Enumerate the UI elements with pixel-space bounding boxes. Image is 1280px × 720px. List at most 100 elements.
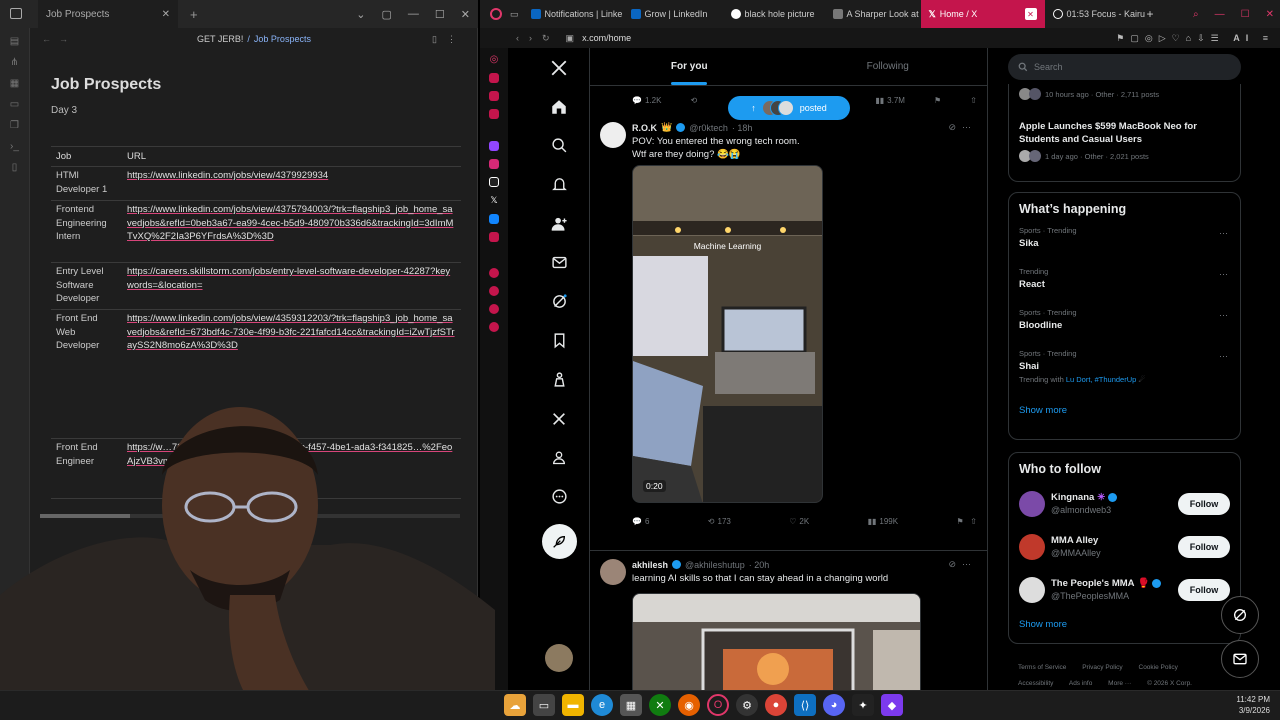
footer-link[interactable]: Privacy Policy xyxy=(1082,664,1122,671)
url-link[interactable]: https://careers.skillstorm.com/jobs/entr… xyxy=(122,262,461,310)
show-more-link[interactable]: Show more xyxy=(1009,397,1240,424)
nav-arrows-icon[interactable]: ←→ xyxy=(42,34,76,44)
horizontal-scrollbar[interactable] xyxy=(40,514,460,518)
post-time[interactable]: · 18h xyxy=(732,123,753,133)
reply-button[interactable]: 💬 1.2K xyxy=(632,96,661,105)
repost-button[interactable]: ⟲ 173 xyxy=(708,517,731,526)
maximize-icon[interactable]: ☐ xyxy=(1241,9,1250,20)
xbox-icon[interactable]: ✕ xyxy=(649,694,671,716)
nav-grok[interactable] xyxy=(539,282,579,321)
maximize-icon[interactable]: ☐ xyxy=(435,8,445,21)
avatar[interactable] xyxy=(600,559,626,585)
opera-logo-icon[interactable] xyxy=(490,8,502,20)
tab-home-x[interactable]: 𝕏 Home / X ✕ xyxy=(920,0,1045,28)
minimize-icon[interactable]: — xyxy=(408,8,419,20)
downloads-icon[interactable] xyxy=(489,304,499,314)
new-tab-icon[interactable]: + xyxy=(1147,7,1154,21)
follow-button[interactable]: Follow xyxy=(1178,492,1230,515)
opera-icon[interactable]: O xyxy=(707,694,729,716)
terminal-icon[interactable]: ›_ xyxy=(10,141,19,152)
back-forward-icon[interactable]: ‹›↻ xyxy=(516,33,560,44)
nav-premium[interactable] xyxy=(539,399,579,438)
obsidian-icon[interactable]: ◆ xyxy=(881,694,903,716)
firefox-icon[interactable]: ◉ xyxy=(678,694,700,716)
avatar[interactable] xyxy=(600,122,626,148)
reply-button[interactable]: 💬 6 xyxy=(632,517,649,526)
split-view-icon[interactable]: ▢ xyxy=(382,8,392,21)
follow-button[interactable]: Follow xyxy=(1178,535,1230,558)
close-tab-icon[interactable]: ✕ xyxy=(162,9,170,20)
history-icon[interactable] xyxy=(489,268,499,278)
footer-link[interactable]: More ··· xyxy=(1108,680,1131,687)
nav-home[interactable] xyxy=(539,87,579,126)
search-box[interactable]: Search xyxy=(1008,54,1241,80)
canvas-icon[interactable]: ▦ xyxy=(10,78,19,89)
nav-more[interactable] xyxy=(539,477,579,516)
x-home-logo[interactable] xyxy=(539,48,579,87)
url-link[interactable]: https://w…726210/?trk=flags…I=77feeb6b-f… xyxy=(122,438,461,499)
avatar[interactable] xyxy=(1019,576,1045,603)
account-avatar[interactable] xyxy=(545,644,573,672)
grok-more-icons[interactable]: ⊘⋯ xyxy=(948,122,977,133)
tab-overview-icon[interactable]: ▭ xyxy=(510,9,519,20)
copy-icon[interactable]: ❐ xyxy=(10,120,19,131)
bookmark-share[interactable]: ⚑ ⇧ xyxy=(956,517,977,526)
footer-link[interactable]: Accessibility xyxy=(1018,680,1053,687)
url-field[interactable]: x.com/home xyxy=(582,33,631,43)
new-tab-icon[interactable]: + xyxy=(190,7,198,22)
url-link[interactable]: https://www.linkedin.com/jobs/view/43757… xyxy=(122,200,461,263)
vscode-icon[interactable]: ⟨⟩ xyxy=(794,694,816,716)
steam-icon[interactable]: ⚙ xyxy=(736,694,758,716)
sidebar-app-icon[interactable] xyxy=(489,232,499,242)
file-explorer-icon[interactable]: ▬ xyxy=(562,694,584,716)
calendar-icon[interactable]: ▭ xyxy=(10,99,19,110)
views-button[interactable]: ▮▮ 199K xyxy=(868,517,899,526)
nav-explore[interactable] xyxy=(539,126,579,165)
breadcrumb-page[interactable]: Job Prospects xyxy=(254,34,311,44)
trend-item[interactable]: Sports · Trending Sika ⋯ xyxy=(1009,222,1240,263)
trend-item[interactable]: Trending React ⋯ xyxy=(1009,263,1240,304)
bluesky-icon[interactable] xyxy=(489,214,499,224)
figma-icon[interactable]: ✦ xyxy=(852,694,874,716)
settings-icon[interactable] xyxy=(489,322,499,332)
tweet-image[interactable] xyxy=(632,593,921,690)
follow-button[interactable]: Follow xyxy=(1178,578,1230,601)
edge-icon[interactable]: e xyxy=(591,694,613,716)
sidebar-app-icon[interactable] xyxy=(489,91,499,101)
widgets-icon[interactable]: ☁ xyxy=(504,694,526,716)
system-clock[interactable]: 11:42 PM 3/9/2026 xyxy=(1236,694,1270,716)
nav-follow[interactable] xyxy=(539,204,579,243)
tab-notifications-linkedin[interactable]: Notifications | Linke xyxy=(523,0,623,28)
author-handle[interactable]: @r0ktech xyxy=(689,123,728,133)
tab-grow-linkedin[interactable]: Grow | LinkedIn xyxy=(623,0,723,28)
more-options-icon[interactable]: ⋯ xyxy=(1219,228,1228,239)
tab-google-search[interactable]: black hole picture xyxy=(723,0,825,28)
footer-link[interactable]: Terms of Service xyxy=(1018,664,1066,671)
x-sidebar-icon[interactable]: 𝕏 xyxy=(490,195,497,206)
footer-link[interactable]: Cookie Policy xyxy=(1139,664,1178,671)
follow-suggestion[interactable]: MMA Alley @MMAAlley Follow xyxy=(1009,525,1240,568)
news-headline[interactable]: Apple Launches $599 MacBook Neo for Stud… xyxy=(1009,104,1240,148)
url-link[interactable]: https://www.linkedin.com/jobs/view/43593… xyxy=(122,309,461,439)
avatar[interactable] xyxy=(1019,533,1045,560)
grok-more-icons[interactable]: ⊘⋯ xyxy=(948,559,977,570)
close-tab-icon[interactable]: ✕ xyxy=(1024,8,1037,20)
more-options-icon[interactable]: ⋯ xyxy=(1219,269,1228,280)
nav-messages[interactable] xyxy=(539,243,579,282)
files-icon[interactable]: ▤ xyxy=(10,36,19,47)
tweet[interactable]: akhilesh @akhileshutup · 20h ⊘⋯ learning… xyxy=(590,551,987,690)
template-icon[interactable]: ▯ xyxy=(12,162,18,173)
instagram-icon[interactable] xyxy=(489,159,499,169)
discord-icon[interactable]: ◕ xyxy=(823,694,845,716)
sidebar-toggle-icon[interactable] xyxy=(10,8,22,19)
repost-button[interactable]: ⟲ xyxy=(691,96,698,105)
graph-icon[interactable]: ⋔ xyxy=(10,57,18,68)
messages-fab-button[interactable] xyxy=(1221,640,1259,678)
breadcrumb-root[interactable]: GET JERB! xyxy=(197,34,243,44)
ai-sidebar-icon[interactable]: ◎ xyxy=(490,54,499,65)
sidebar-app-icon[interactable] xyxy=(489,109,499,119)
extensions-toolbar[interactable]: ⚑▢◎▷♡⌂⇩☰ AI ≡ xyxy=(1116,33,1274,44)
footer-link[interactable]: Ads info xyxy=(1069,680,1093,687)
grok-fab-button[interactable] xyxy=(1221,596,1259,634)
close-window-icon[interactable]: ✕ xyxy=(1266,9,1274,20)
